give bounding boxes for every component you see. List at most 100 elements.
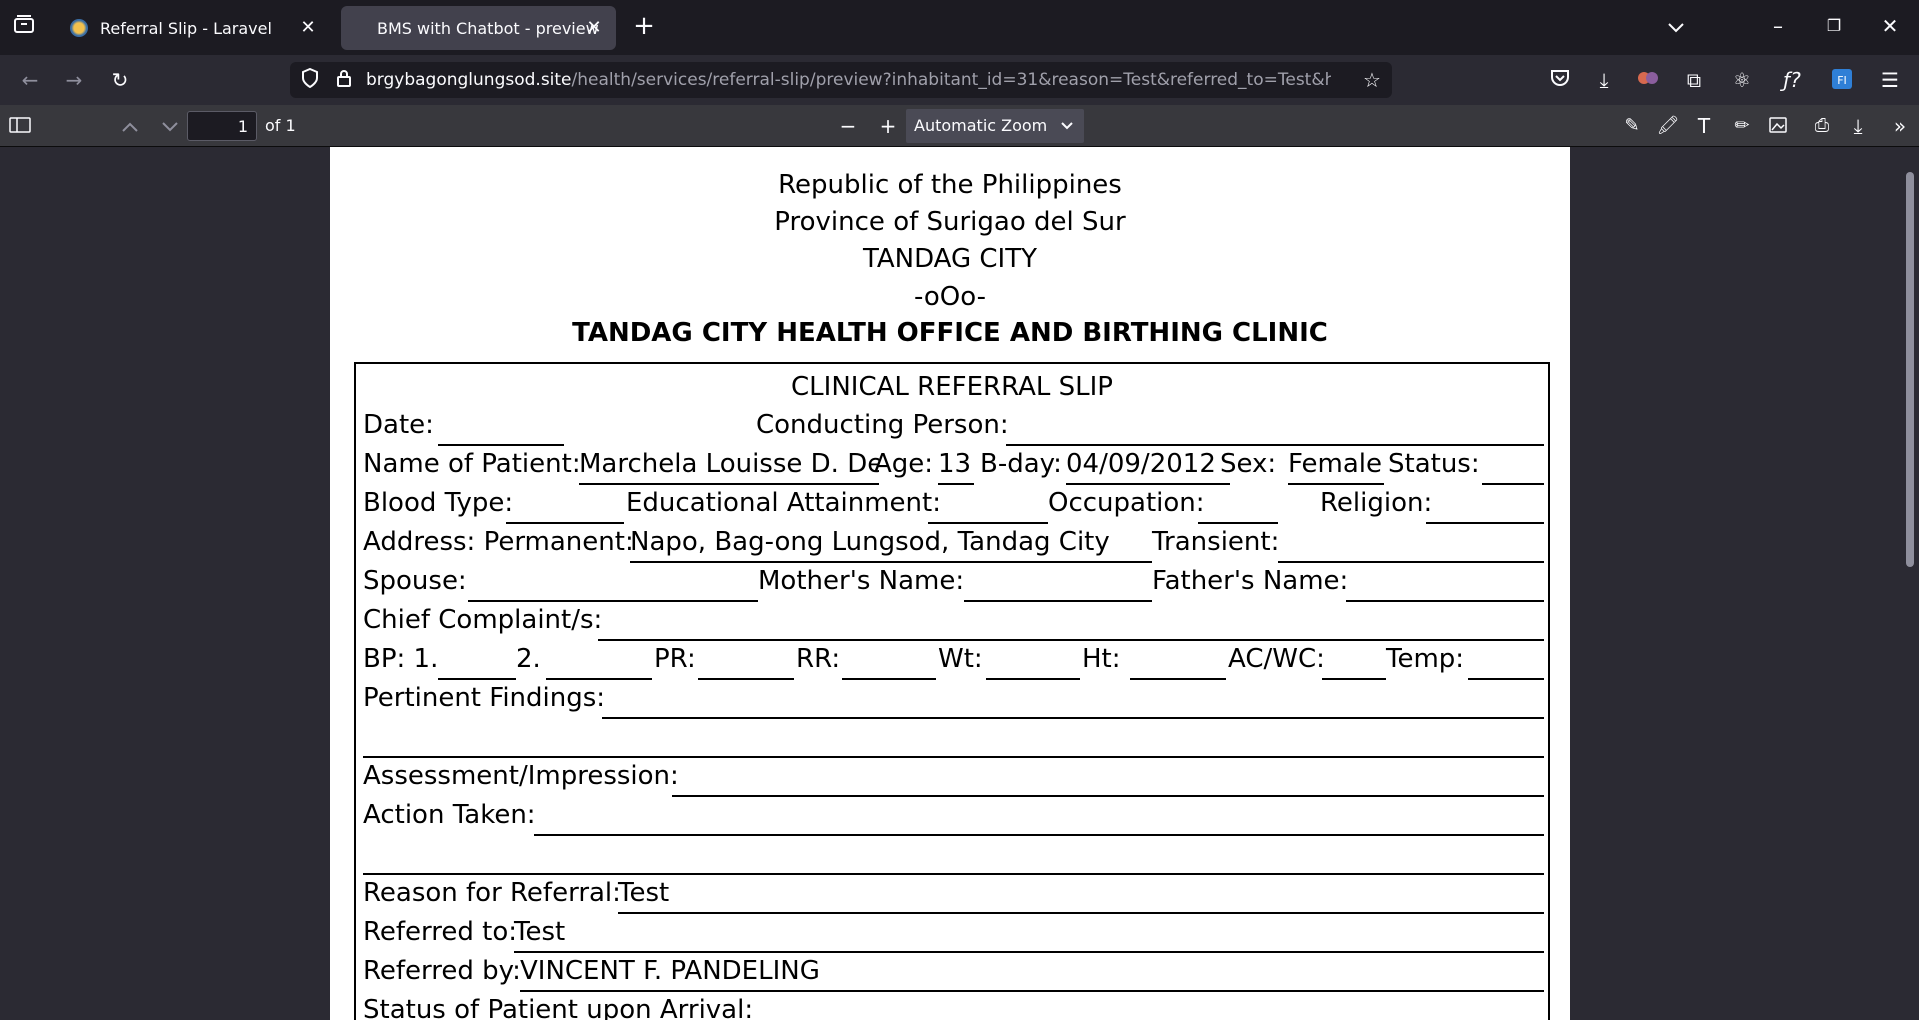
temp-field: [1468, 678, 1544, 680]
header-line: -oOo-: [913, 282, 986, 312]
lock-icon[interactable]: [330, 68, 358, 92]
window-close-icon[interactable]: ✕: [1876, 14, 1904, 38]
referral-form: CLINICAL REFERRAL SLIP Date: Conducting …: [354, 362, 1550, 1020]
header-line: TANDAG CITY: [863, 244, 1037, 274]
reason-label: Reason for Referral:: [363, 878, 621, 908]
education-field: [928, 522, 1048, 524]
previous-page-icon[interactable]: [116, 114, 144, 138]
draw-icon[interactable]: ✏: [1728, 114, 1756, 138]
patient-name-label: Name of Patient:: [363, 449, 581, 479]
close-icon[interactable]: ✕: [582, 16, 606, 40]
wt-field: [986, 678, 1080, 680]
save-icon[interactable]: ⤓: [1844, 114, 1872, 138]
acwc-label: AC/WC:: [1228, 644, 1325, 674]
star-icon[interactable]: ☆: [1358, 68, 1386, 92]
sex-value: Female: [1288, 449, 1383, 479]
religion-field: [1426, 522, 1544, 524]
url-bar[interactable]: brgybagonglungsod.site/health/services/r…: [290, 62, 1392, 98]
forward-icon[interactable]: →: [60, 68, 88, 92]
conducting-person-field: [1006, 444, 1544, 446]
bp1-field: [438, 678, 516, 680]
referred-to-value: Test: [514, 917, 566, 947]
edit-document-icon[interactable]: ✎: [1618, 114, 1646, 138]
image-icon[interactable]: [1764, 114, 1792, 138]
occupation-field: [1198, 522, 1278, 524]
print-icon[interactable]: ⎙: [1808, 114, 1836, 138]
form-title: CLINICAL REFERRAL SLIP: [791, 372, 1113, 402]
reload-icon[interactable]: ↻: [106, 68, 134, 92]
pdf-page: Republic of the Philippines Province of …: [330, 147, 1570, 1020]
url-text[interactable]: brgybagonglungsod.site/health/services/r…: [366, 70, 1331, 90]
rr-field: [842, 678, 936, 680]
office-title: TANDAG CITY HEALTH OFFICE AND BIRTHING C…: [572, 318, 1328, 348]
pocket-icon[interactable]: [1546, 68, 1574, 92]
profile-icon[interactable]: FI: [1828, 68, 1856, 92]
next-page-icon[interactable]: [156, 114, 184, 138]
extension-avatar-icon[interactable]: [1634, 68, 1662, 92]
pr-label: PR:: [654, 644, 696, 674]
text-tool-icon[interactable]: T: [1690, 114, 1718, 138]
tab-referral-slip[interactable]: Referral Slip - Laravel ✕: [58, 6, 330, 50]
status-label: Status:: [1388, 449, 1480, 479]
tab-bms-preview[interactable]: BMS with Chatbot - preview ✕: [341, 6, 616, 50]
scrollbar-thumb[interactable]: [1906, 172, 1914, 567]
referred-to-label: Referred to:: [363, 917, 518, 947]
header-line: Province of Surigao del Sur: [774, 207, 1126, 237]
rr-label: RR:: [796, 644, 841, 674]
bday-label: B-day:: [980, 449, 1062, 479]
acwc-field: [1322, 678, 1386, 680]
action-taken-label: Action Taken:: [363, 800, 536, 830]
url-host: brgybagonglungsod.site: [366, 70, 572, 90]
close-icon[interactable]: ✕: [296, 16, 320, 40]
menu-icon[interactable]: ☰: [1876, 68, 1904, 92]
tab-list-icon[interactable]: [10, 14, 38, 38]
sex-label: Sex:: [1220, 449, 1277, 479]
pr-field: [698, 678, 794, 680]
age-value: 13: [938, 449, 972, 479]
navigation-bar: ← → ↻ brgybagonglungsod.site/health/serv…: [0, 55, 1919, 105]
address-field: [630, 561, 1152, 563]
tab-bar: Referral Slip - Laravel ✕ BMS with Chatb…: [0, 0, 1919, 55]
wt-label: Wt:: [938, 644, 983, 674]
back-icon[interactable]: ←: [16, 68, 44, 92]
pdf-viewer[interactable]: Republic of the Philippines Province of …: [0, 147, 1919, 1020]
patient-name-field: [579, 483, 879, 485]
tools-menu-icon[interactable]: »: [1886, 114, 1914, 138]
chief-complaint-label: Chief Complaint/s:: [363, 605, 603, 635]
zoom-out-icon[interactable]: −: [834, 114, 862, 138]
tab-favicon-icon: [70, 19, 88, 37]
new-tab-icon[interactable]: +: [630, 13, 658, 39]
age-field: [938, 483, 974, 485]
action-taken-field: [534, 834, 1544, 836]
sex-field: [1288, 483, 1384, 485]
findings-field: [602, 717, 1544, 719]
occupation-label: Occupation:: [1048, 488, 1205, 518]
formula-icon[interactable]: ƒ?: [1778, 68, 1806, 92]
arrival-status-label: Status of Patient upon Arrival:: [363, 995, 754, 1020]
date-field: [438, 444, 564, 446]
restore-icon[interactable]: ❐: [1820, 14, 1848, 38]
extensions-icon[interactable]: ⧉: [1680, 68, 1708, 92]
sidebar-toggle-icon[interactable]: [6, 114, 34, 138]
referred-by-field: [520, 990, 1544, 992]
tab-label: Referral Slip - Laravel: [100, 18, 272, 38]
zoom-in-icon[interactable]: +: [874, 114, 902, 138]
patient-name-value: Marchela Louisse D. Dec: [579, 449, 879, 479]
transient-field: [1278, 561, 1544, 563]
highlight-icon[interactable]: 🖍: [1654, 114, 1682, 138]
react-devtools-icon[interactable]: ⚛: [1728, 68, 1756, 92]
minimize-icon[interactable]: –: [1764, 14, 1792, 38]
findings-label: Pertinent Findings:: [363, 683, 606, 713]
page-number-input[interactable]: [187, 111, 257, 141]
ht-field: [1130, 678, 1226, 680]
bp2-field: [546, 678, 652, 680]
reason-field: [618, 912, 1544, 914]
zoom-select[interactable]: Automatic Zoom: [906, 109, 1084, 143]
referred-to-field: [514, 951, 1544, 953]
chevron-down-icon[interactable]: [1662, 14, 1690, 38]
shield-icon[interactable]: [296, 67, 324, 92]
referred-by-label: Referred by:: [363, 956, 521, 986]
address-label: Address: Permanent:: [363, 527, 634, 557]
bday-value: 04/09/2012: [1066, 449, 1216, 479]
download-icon[interactable]: ⤓: [1590, 68, 1618, 92]
